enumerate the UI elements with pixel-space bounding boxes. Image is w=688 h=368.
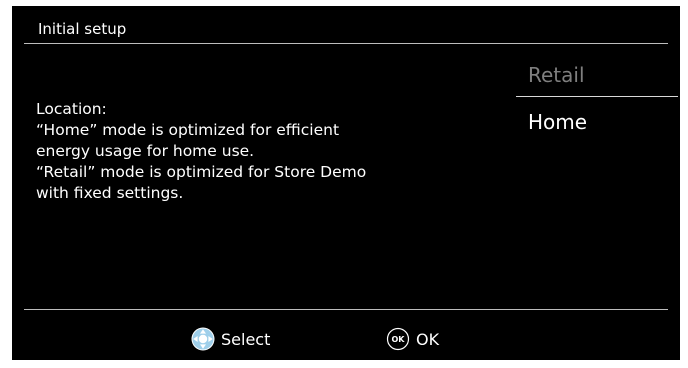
footer-divider (24, 309, 668, 310)
description-line: Location: (36, 100, 107, 118)
page-title: Initial setup (38, 20, 127, 38)
ok-button-icon: OK (386, 327, 410, 351)
select-hint: Select (191, 327, 270, 351)
menu-divider (516, 96, 678, 97)
navigation-pad-icon (191, 327, 215, 351)
select-label: Select (221, 329, 271, 349)
location-description: Location: “Home” mode is optimized for e… (36, 99, 476, 204)
header-divider (24, 43, 668, 44)
description-line: with fixed settings. (36, 184, 184, 202)
location-menu: Retail Home (516, 56, 680, 141)
description-line: energy usage for home use. (36, 142, 255, 160)
description-line: “Retail” mode is optimized for Store Dem… (36, 163, 367, 181)
footer-hints: Select OK OK (12, 319, 680, 357)
ok-hint: OK OK (386, 327, 439, 351)
ok-label: OK (416, 329, 440, 349)
menu-item-home[interactable]: Home (516, 103, 680, 141)
ok-icon-text: OK (392, 335, 406, 344)
tv-setup-screen: Initial setup Location: “Home” mode is o… (12, 6, 680, 360)
menu-item-retail[interactable]: Retail (516, 56, 680, 94)
description-line: “Home” mode is optimized for efficient (36, 121, 340, 139)
